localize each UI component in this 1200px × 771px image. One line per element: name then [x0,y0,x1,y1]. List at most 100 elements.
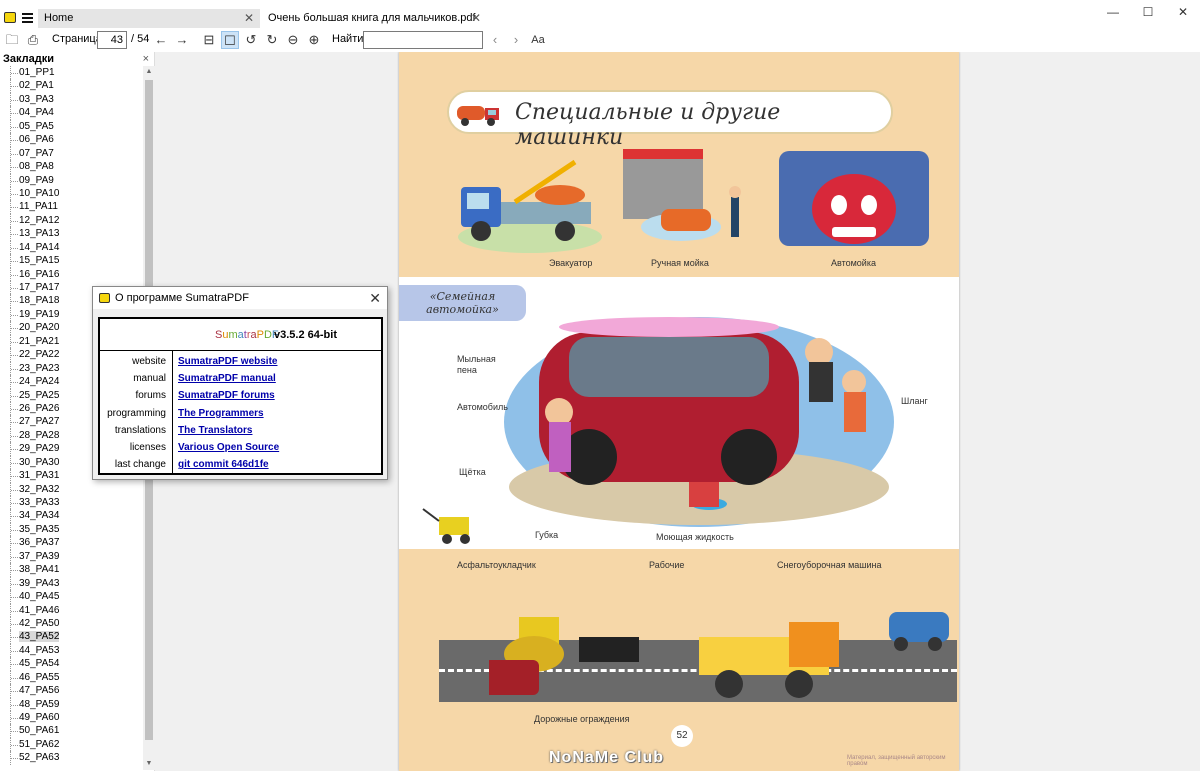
road-works-illustration [489,612,949,698]
bookmark-label: 22_PA22 [19,349,60,361]
bookmark-label: 47_PA56 [19,685,60,697]
dialog-title: О программе SumatraPDF [115,292,249,304]
scroll-down-icon[interactable]: ▼ [143,758,155,770]
bookmark-item[interactable]: 13_PA13 [0,227,142,242]
bookmark-item[interactable]: 45_PA54 [0,657,142,672]
bookmark-label: 26_PA26 [19,402,60,414]
bookmark-item[interactable]: 38_PA41 [0,563,142,578]
snow-blower-icon [422,508,470,544]
info-link[interactable]: SumatraPDF website [178,353,277,370]
find-next-icon[interactable]: › [507,31,525,49]
bookmark-label: 29_PA29 [19,443,60,455]
bookmark-label: 37_PA39 [19,550,60,562]
bookmark-item[interactable]: 02_PA1 [0,79,142,94]
bookmark-item[interactable]: 43_PA52 [0,630,142,645]
bookmark-label: 25_PA25 [19,389,60,401]
bookmark-item[interactable]: 08_PA8 [0,160,142,174]
maximize-button[interactable]: ☐ [1138,4,1158,20]
bookmark-item[interactable]: 50_PA61 [0,724,142,739]
menu-icon[interactable] [22,13,33,23]
bookmark-label: 52_PA63 [19,752,60,764]
info-row: manual SumatraPDF manual [100,370,381,387]
info-link[interactable]: SumatraPDF manual [178,370,276,387]
bookmark-label: 13_PA13 [19,228,60,240]
bookmark-label: 20_PA20 [19,322,60,334]
sidebar-title: Закладки [3,53,55,65]
zoom-out-icon[interactable]: ⊖ [284,31,302,49]
bookmark-label: 21_PA21 [19,335,60,347]
bookmark-item[interactable]: 15_PA15 [0,254,142,269]
bookmark-item[interactable]: 39_PA43 [0,576,142,591]
info-key: manual [133,373,166,385]
bookmark-item[interactable]: 52_PA63 [0,751,142,766]
label-evacuator: Эвакуатор [549,258,593,268]
rotate-right-icon[interactable]: ↻ [263,31,281,49]
bookmark-label: 12_PA12 [19,214,60,226]
find-prev-icon[interactable]: ‹ [486,31,504,49]
arrow-right-icon[interactable]: → [173,31,191,49]
copyright-note: Материал, защищенный авторским правом [847,755,946,767]
bookmark-label: 45_PA54 [19,658,60,670]
app-logo-icon[interactable] [4,12,16,23]
bookmark-item[interactable]: 35_PA35 [0,522,142,537]
bookmark-label: 31_PA31 [19,470,60,482]
bookmark-item[interactable]: 36_PA37 [0,536,142,551]
bookmark-item[interactable]: 07_PA7 [0,146,142,161]
info-link[interactable]: Various Open Source [178,439,279,456]
info-link[interactable]: SumatraPDF forums [178,387,275,404]
bookmark-item[interactable]: 32_PA32 [0,482,142,497]
bookmark-item[interactable]: 47_PA56 [0,684,142,699]
bookmark-item[interactable]: 49_PA60 [0,711,142,725]
bookmark-item[interactable]: 06_PA6 [0,133,142,148]
fit-page-icon[interactable]: ⊟ [200,31,218,49]
tab-home[interactable]: Home ✕ [38,9,260,28]
zoom-in-icon[interactable]: ⊕ [305,31,323,49]
find-input[interactable] [363,31,483,49]
bookmark-item[interactable]: 34_PA34 [0,509,142,524]
info-link[interactable]: The Programmers [178,405,264,422]
bookmark-item[interactable]: 11_PA11 [0,200,142,215]
match-case-icon[interactable]: Aa [529,31,547,49]
bookmark-item[interactable]: 44_PA53 [0,643,142,658]
bookmark-item[interactable]: 40_PA45 [0,590,142,604]
minimize-button[interactable]: — [1103,4,1123,20]
bookmark-item[interactable]: 33_PA33 [0,496,142,510]
print-icon[interactable]: ⎙ [24,31,42,49]
info-link[interactable]: The Translators [178,422,252,439]
page-heading: Специальные и другие машинки [515,100,781,150]
bookmark-item[interactable]: 16_PA16 [0,267,142,282]
bookmark-label: 08_PA8 [19,161,54,173]
fit-width-icon[interactable]: ☐ [221,31,239,49]
bookmark-label: 15_PA15 [19,255,60,267]
bookmark-item[interactable]: 01_PP1 [0,66,142,80]
rotate-left-icon[interactable]: ↺ [242,31,260,49]
bookmark-label: 28_PA28 [19,429,60,441]
family-wash-tag: «Семейная автомойка» [399,285,526,321]
dialog-close-button[interactable]: ✕ [369,287,381,309]
info-link[interactable]: git commit 646d1fe [178,456,269,473]
arrow-left-icon[interactable]: ← [152,31,170,49]
bookmark-item[interactable]: 04_PA4 [0,106,142,121]
window-close-button[interactable]: ✕ [1173,4,1193,20]
page-number-input[interactable] [97,31,127,49]
bookmark-item[interactable]: 37_PA39 [0,549,142,564]
bookmark-item[interactable]: 51_PA62 [0,737,142,752]
bookmark-item[interactable]: 41_PA46 [0,603,142,618]
close-icon[interactable]: ✕ [471,9,481,28]
scroll-up-icon[interactable]: ▲ [143,66,155,78]
close-icon[interactable]: ✕ [244,9,254,28]
bookmark-item[interactable]: 12_PA12 [0,213,142,228]
bookmark-item[interactable]: 09_PA9 [0,173,142,188]
close-icon[interactable]: × [143,52,149,66]
bookmark-label: 36_PA37 [19,537,60,549]
open-folder-icon[interactable]: 🗀 [3,31,21,49]
tab-document[interactable]: Очень большая книга для мальчиков.pdf ✕ [262,9,487,28]
bookmark-item[interactable]: 42_PA50 [0,616,142,631]
page-title-banner: Специальные и другие машинки [447,90,893,150]
bookmark-item[interactable]: 46_PA55 [0,670,142,685]
bookmark-item[interactable]: 10_PA10 [0,186,142,201]
bookmark-item[interactable]: 05_PA5 [0,119,142,134]
bookmark-item[interactable]: 14_PA14 [0,240,142,255]
bookmark-item[interactable]: 48_PA59 [0,697,142,712]
bookmark-item[interactable]: 03_PA3 [0,92,142,107]
